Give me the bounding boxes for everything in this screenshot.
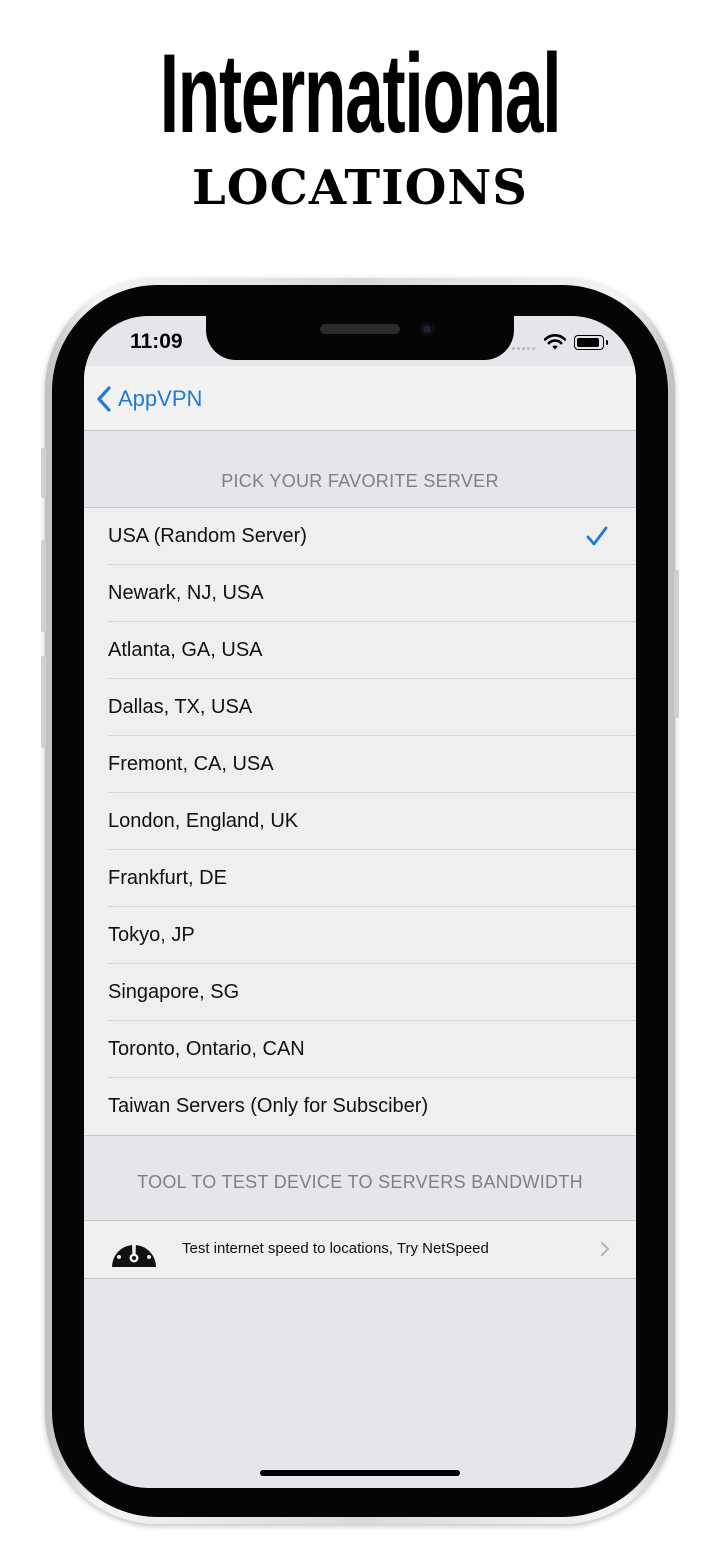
server-label: Atlanta, GA, USA xyxy=(108,639,263,661)
phone-volume-up-button xyxy=(41,540,46,632)
server-label: Dallas, TX, USA xyxy=(108,696,253,718)
back-button-label: AppVPN xyxy=(118,386,203,411)
chevron-left-icon xyxy=(97,386,111,412)
netspeed-row[interactable]: Test internet speed to locations, Try Ne… xyxy=(84,1220,636,1279)
signal-dot xyxy=(522,347,525,350)
phone-power-button xyxy=(674,570,679,718)
speedometer-icon xyxy=(112,1237,156,1267)
battery-level xyxy=(577,338,599,347)
server-label: Singapore, SG xyxy=(108,981,240,1003)
servers-section-header: PICK YOUR FAVORITE SERVER xyxy=(221,471,499,491)
server-row[interactable]: Fremont, CA, USA xyxy=(84,736,636,793)
server-row[interactable]: Taiwan Servers (Only for Subsciber) xyxy=(84,1078,636,1135)
promo-headline: International xyxy=(159,31,562,156)
wifi-icon xyxy=(544,334,566,350)
netspeed-label: Test internet speed to locations, Try Ne… xyxy=(182,1240,489,1257)
status-indicators xyxy=(510,334,610,352)
signal-dot xyxy=(527,347,530,350)
server-row[interactable]: Frankfurt, DE xyxy=(84,850,636,907)
checkmark-icon xyxy=(586,526,608,546)
server-label: Taiwan Servers (Only for Subsciber) xyxy=(108,1095,429,1117)
battery-cap xyxy=(606,340,608,345)
server-label: Tokyo, JP xyxy=(108,924,195,946)
server-row[interactable]: Tokyo, JP xyxy=(84,907,636,964)
signal-dot xyxy=(517,347,520,350)
tool-section-header: TOOL TO TEST DEVICE TO SERVERS BANDWIDTH xyxy=(137,1172,583,1192)
signal-dot xyxy=(512,347,515,350)
earpiece-speaker xyxy=(320,324,400,334)
phone-silent-switch xyxy=(41,448,46,498)
server-label: Toronto, Ontario, CAN xyxy=(108,1038,305,1060)
server-row[interactable]: Atlanta, GA, USA xyxy=(84,622,636,679)
server-row[interactable]: USA (Random Server) xyxy=(84,508,636,565)
server-label: USA (Random Server) xyxy=(108,525,307,547)
server-row[interactable]: Dallas, TX, USA xyxy=(84,679,636,736)
server-label: London, England, UK xyxy=(108,810,299,832)
server-label: Frankfurt, DE xyxy=(108,867,227,889)
phone-screen: 11:09 AppVPN PICK YOUR FAVORITE SERVER U… xyxy=(84,316,636,1488)
server-row[interactable]: Singapore, SG xyxy=(84,964,636,1021)
chevron-right-icon xyxy=(601,1242,609,1256)
navigation-bar: AppVPN xyxy=(84,366,636,431)
server-row[interactable]: London, England, UK xyxy=(84,793,636,850)
status-time: 11:09 xyxy=(130,330,183,353)
server-label: Fremont, CA, USA xyxy=(108,753,274,775)
back-button[interactable]: AppVPN xyxy=(96,385,202,413)
home-indicator[interactable] xyxy=(260,1470,460,1476)
server-row[interactable]: Newark, NJ, USA xyxy=(84,565,636,622)
signal-dot xyxy=(532,347,535,350)
server-row[interactable]: Toronto, Ontario, CAN xyxy=(84,1021,636,1078)
promo-subhead: LOCATIONS xyxy=(192,160,528,216)
server-list: USA (Random Server) Newark, NJ, USA Atla… xyxy=(84,507,636,1136)
phone-notch xyxy=(206,316,514,360)
battery-icon xyxy=(574,335,604,350)
phone-volume-down-button xyxy=(41,656,46,748)
front-camera xyxy=(420,322,434,336)
server-label: Newark, NJ, USA xyxy=(108,582,264,604)
